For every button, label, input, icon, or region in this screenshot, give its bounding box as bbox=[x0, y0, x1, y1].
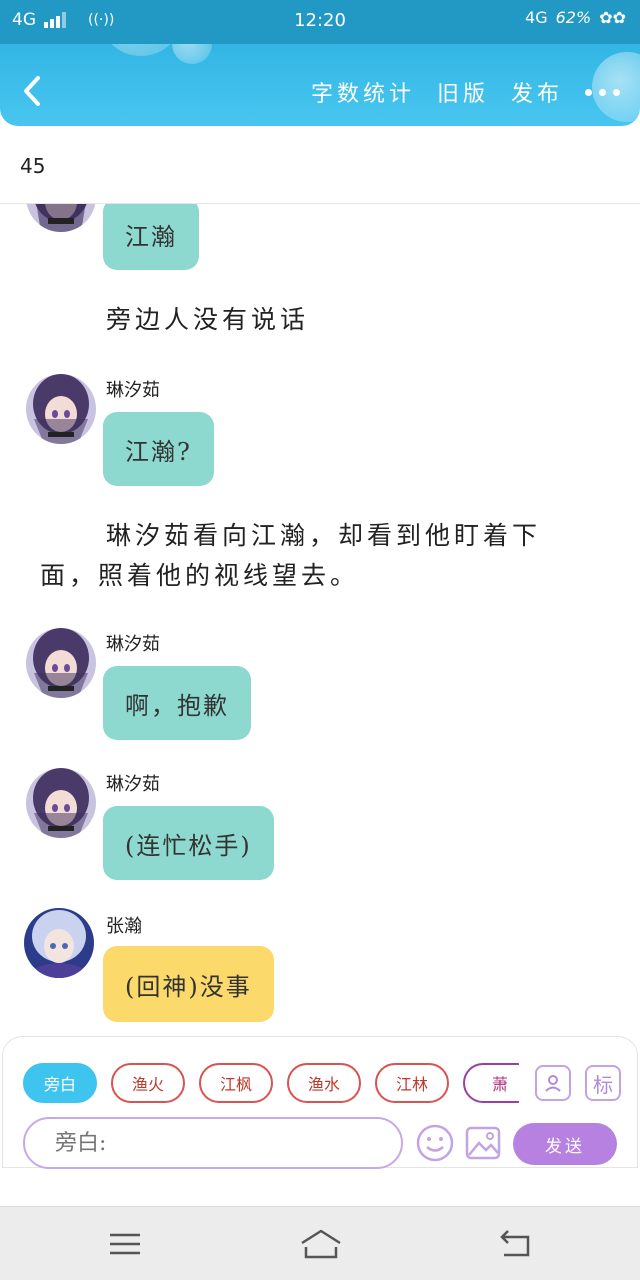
speaker-name: 张瀚 bbox=[106, 916, 142, 937]
purple-hair-girl-avatar bbox=[26, 768, 96, 838]
avatar[interactable] bbox=[26, 204, 96, 232]
role-chip-narrator[interactable]: 旁白 bbox=[23, 1063, 97, 1103]
network-label-right: 4G bbox=[525, 8, 548, 27]
role-chip[interactable]: 萧 bbox=[463, 1063, 519, 1103]
purple-hair-girl-avatar bbox=[26, 204, 96, 232]
purple-hair-girl-avatar bbox=[26, 374, 96, 444]
chat-bubble[interactable]: (连忙松手) bbox=[103, 806, 274, 880]
role-chip[interactable]: 渔水 bbox=[287, 1063, 361, 1103]
top-bar: 4G ((·)) 12:20 4G 62% ✿✿ 字数统计 旧版 发布 bbox=[0, 0, 640, 126]
speaker-name: 琳汐茹 bbox=[106, 634, 160, 655]
input-panel: 旁白渔火江枫渔水江林萧 标 发送 bbox=[2, 1036, 638, 1169]
home-icon[interactable] bbox=[298, 1227, 344, 1261]
message-input[interactable] bbox=[23, 1117, 403, 1169]
chat-bubble[interactable]: 江瀚? bbox=[103, 412, 214, 486]
role-chip[interactable]: 江林 bbox=[375, 1063, 449, 1103]
send-button[interactable]: 发送 bbox=[513, 1123, 617, 1165]
chat-bubble[interactable]: 啊，抱歉 bbox=[103, 666, 251, 740]
back-icon[interactable] bbox=[496, 1227, 536, 1261]
speaker-name: 琳汐茹 bbox=[106, 774, 160, 795]
chevron-left-icon bbox=[24, 76, 40, 106]
narration-text[interactable]: 旁边人没有说话 bbox=[106, 300, 309, 340]
chat-area[interactable]: 江瀚 旁边人没有说话 琳汐茹 江瀚? 琳汐茹看向江瀚，却看到他盯着下 面，照着他… bbox=[0, 204, 640, 1034]
menu-icon[interactable] bbox=[106, 1227, 146, 1261]
word-count-value: 45 bbox=[20, 154, 46, 178]
contact-card-icon[interactable] bbox=[535, 1065, 571, 1101]
battery-level: 62% bbox=[555, 8, 592, 27]
publish-button[interactable]: 发布 bbox=[511, 76, 563, 108]
avatar[interactable] bbox=[26, 374, 96, 444]
narration-text[interactable]: 琳汐茹看向江瀚，却看到他盯着下 bbox=[106, 516, 541, 556]
system-nav-bar bbox=[0, 1206, 640, 1280]
smiley-icon[interactable] bbox=[415, 1123, 455, 1163]
battery-flower-icon: ✿✿ bbox=[599, 8, 626, 27]
role-selector: 旁白 渔火 江枫 渔水 江林萧 bbox=[23, 1063, 519, 1103]
back-button[interactable] bbox=[18, 74, 48, 108]
avatar[interactable] bbox=[26, 768, 96, 838]
silver-hair-boy-avatar bbox=[24, 908, 94, 978]
role-chip[interactable]: 渔火 bbox=[111, 1063, 185, 1103]
status-bar: 4G ((·)) 12:20 4G 62% ✿✿ bbox=[0, 0, 640, 44]
image-icon[interactable] bbox=[463, 1123, 503, 1163]
old-version-button[interactable]: 旧版 bbox=[437, 76, 489, 108]
role-chip[interactable]: 江枫 bbox=[199, 1063, 273, 1103]
avatar[interactable] bbox=[26, 628, 96, 698]
word-count-button[interactable]: 字数统计 bbox=[311, 76, 415, 108]
word-count-row: 45 bbox=[0, 126, 640, 204]
narration-text[interactable]: 面，照着他的视线望去。 bbox=[40, 556, 359, 596]
chat-bubble[interactable]: (回神)没事 bbox=[103, 946, 274, 1022]
more-dots-icon[interactable] bbox=[585, 88, 620, 96]
avatar[interactable] bbox=[24, 908, 94, 978]
purple-hair-girl-avatar bbox=[26, 628, 96, 698]
speaker-name: 琳汐茹 bbox=[106, 380, 160, 401]
header: 字数统计 旧版 发布 bbox=[0, 44, 640, 126]
tag-button[interactable]: 标 bbox=[585, 1065, 621, 1101]
chat-bubble[interactable]: 江瀚 bbox=[103, 204, 199, 270]
